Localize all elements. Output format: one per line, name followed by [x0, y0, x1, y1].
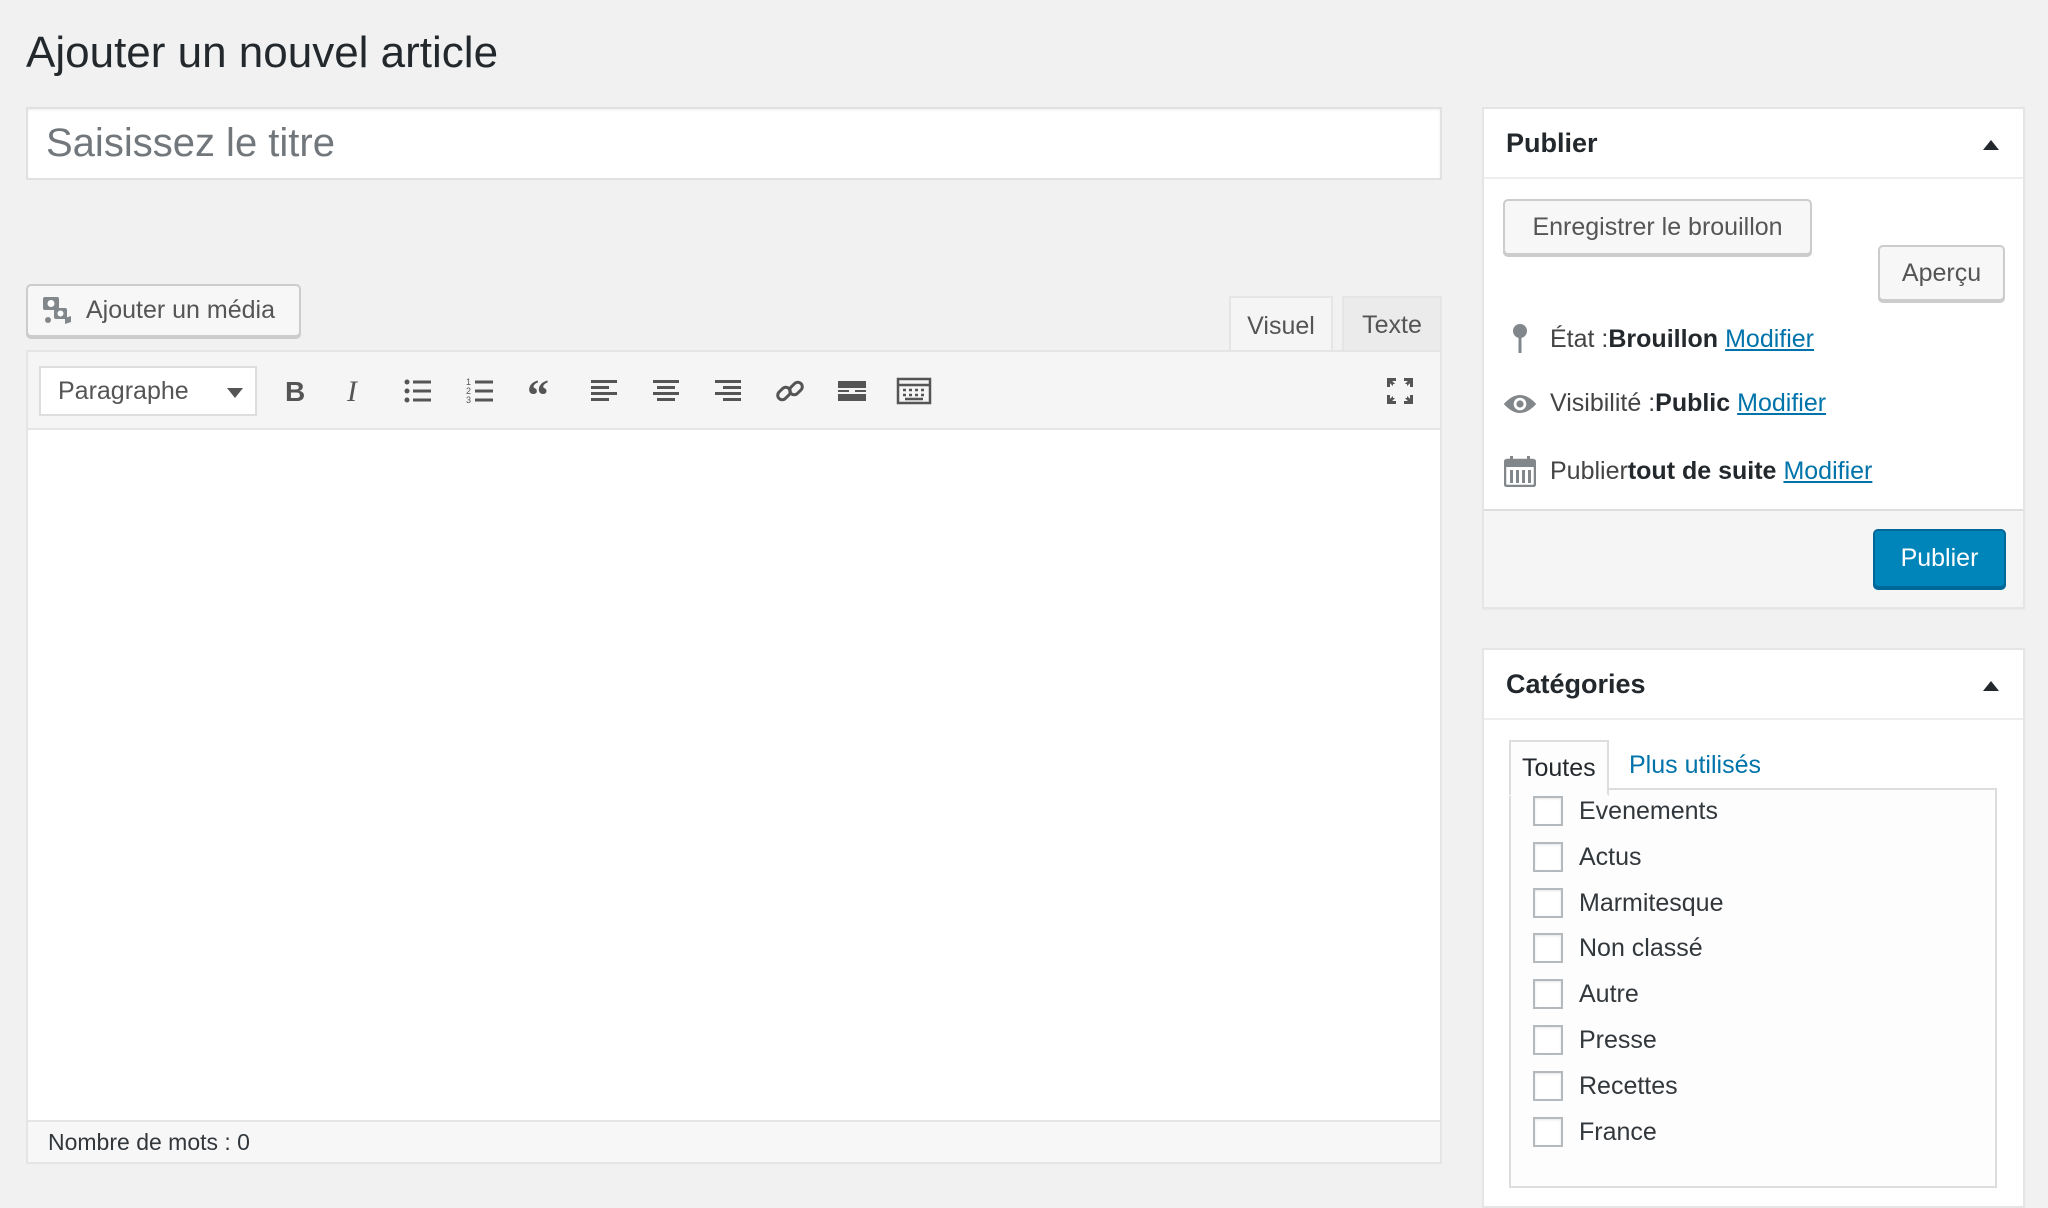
pin-icon: [1502, 323, 1538, 355]
visibility-prefix: Visibilité :: [1550, 389, 1656, 417]
category-label: Recettes: [1579, 1071, 1678, 1100]
svg-text:B: B: [285, 376, 305, 406]
category-checkbox[interactable]: [1533, 1117, 1563, 1147]
svg-text:3: 3: [466, 395, 471, 405]
status-prefix: État :: [1550, 324, 1609, 353]
category-checkbox[interactable]: [1533, 979, 1563, 1009]
calendar-icon: [1502, 455, 1538, 487]
link-icon[interactable]: [770, 371, 810, 411]
categories-box-header[interactable]: Catégories: [1484, 650, 2023, 720]
media-icon: [43, 296, 71, 324]
category-item[interactable]: Evenements: [1533, 796, 1718, 826]
align-center-icon[interactable]: [646, 371, 686, 411]
category-label: Non classé: [1579, 933, 1703, 962]
category-label: Presse: [1579, 1025, 1657, 1054]
tab-visual[interactable]: Visuel: [1229, 296, 1333, 354]
category-checkbox[interactable]: [1533, 933, 1563, 963]
add-media-button[interactable]: Ajouter un média: [26, 284, 301, 337]
category-label: Evenements: [1579, 796, 1718, 825]
edit-schedule-link[interactable]: Modifier: [1783, 457, 1872, 486]
category-label: Marmitesque: [1579, 888, 1724, 917]
post-status-row: État : Brouillon Modifier: [1502, 323, 1814, 355]
tab-all-categories[interactable]: Toutes: [1509, 740, 1609, 796]
visibility-row: Visibilité : Public Modifier: [1502, 389, 1826, 418]
align-right-icon[interactable]: [708, 371, 748, 411]
category-checkbox[interactable]: [1533, 1071, 1563, 1101]
fullscreen-icon[interactable]: [1380, 371, 1420, 411]
read-more-icon[interactable]: [832, 371, 872, 411]
categories-box-title: Catégories: [1506, 668, 1646, 699]
category-label: Actus: [1579, 842, 1642, 871]
publish-box-header[interactable]: Publier: [1484, 109, 2023, 179]
blockquote-icon[interactable]: “: [522, 371, 562, 411]
format-select-value: Paragraphe: [58, 376, 189, 405]
editor-content-area[interactable]: [28, 430, 1440, 1120]
editor-toolbar: Paragraphe B I 1 2 3 “: [28, 352, 1440, 430]
align-left-icon[interactable]: [584, 371, 624, 411]
schedule-row: Publier tout de suite Modifier: [1502, 455, 1872, 487]
category-item[interactable]: Autre: [1533, 979, 1639, 1009]
schedule-value: tout de suite: [1627, 456, 1777, 485]
tab-text[interactable]: Texte: [1342, 296, 1442, 352]
category-item[interactable]: Non classé: [1533, 933, 1703, 963]
category-label: Autre: [1579, 979, 1639, 1008]
category-item[interactable]: France: [1533, 1117, 1657, 1147]
publish-box-title: Publier: [1506, 127, 1598, 158]
svg-text:“: “: [527, 376, 549, 406]
category-label: France: [1579, 1117, 1657, 1146]
collapse-arrow-icon[interactable]: [1983, 140, 1999, 150]
publish-button[interactable]: Publier: [1873, 529, 2006, 588]
visibility-value: Public: [1655, 389, 1731, 417]
save-draft-button[interactable]: Enregistrer le brouillon: [1503, 199, 1812, 255]
toolbar-toggle-icon[interactable]: [894, 371, 934, 411]
category-checklist: Evenements Actus Marmitesque Non classé …: [1509, 788, 1997, 1188]
category-item[interactable]: Actus: [1533, 842, 1642, 872]
category-item[interactable]: Presse: [1533, 1025, 1657, 1055]
schedule-prefix: Publier: [1550, 456, 1628, 485]
numbered-list-icon[interactable]: 1 2 3: [460, 371, 500, 411]
category-checkbox[interactable]: [1533, 888, 1563, 918]
edit-visibility-link[interactable]: Modifier: [1737, 389, 1826, 418]
add-media-label: Ajouter un média: [86, 296, 276, 324]
post-editor: Paragraphe B I 1 2 3 “ Nombre de mots: …: [26, 350, 1442, 1164]
collapse-arrow-icon[interactable]: [1983, 681, 1999, 691]
bold-icon[interactable]: B: [274, 371, 314, 411]
category-item[interactable]: Recettes: [1533, 1071, 1678, 1101]
publish-box: Publier Enregistrer le brouillon Aperçu …: [1482, 107, 2025, 609]
svg-text:I: I: [346, 376, 359, 406]
eye-icon: [1502, 390, 1538, 418]
tab-most-used-categories[interactable]: Plus utilisés: [1618, 740, 1772, 790]
category-checkbox[interactable]: [1533, 842, 1563, 872]
status-value: Brouillon: [1608, 324, 1719, 353]
category-checkbox[interactable]: [1533, 1025, 1563, 1055]
category-checkbox[interactable]: [1533, 796, 1563, 826]
post-title-input[interactable]: [26, 107, 1442, 180]
categories-box: Catégories Toutes Plus utilisés Evenemen…: [1482, 648, 2025, 1208]
edit-status-link[interactable]: Modifier: [1725, 325, 1814, 354]
page-title: Ajouter un nouvel article: [26, 28, 499, 77]
format-select[interactable]: Paragraphe: [39, 366, 257, 416]
publish-actions: Publier: [1484, 509, 2023, 607]
chevron-down-icon: [227, 388, 243, 398]
italic-icon[interactable]: I: [336, 371, 376, 411]
preview-button[interactable]: Aperçu: [1878, 245, 2005, 301]
category-item[interactable]: Marmitesque: [1533, 888, 1724, 918]
bulleted-list-icon[interactable]: [398, 371, 438, 411]
word-count: Nombre de mots : 0: [28, 1120, 1440, 1162]
